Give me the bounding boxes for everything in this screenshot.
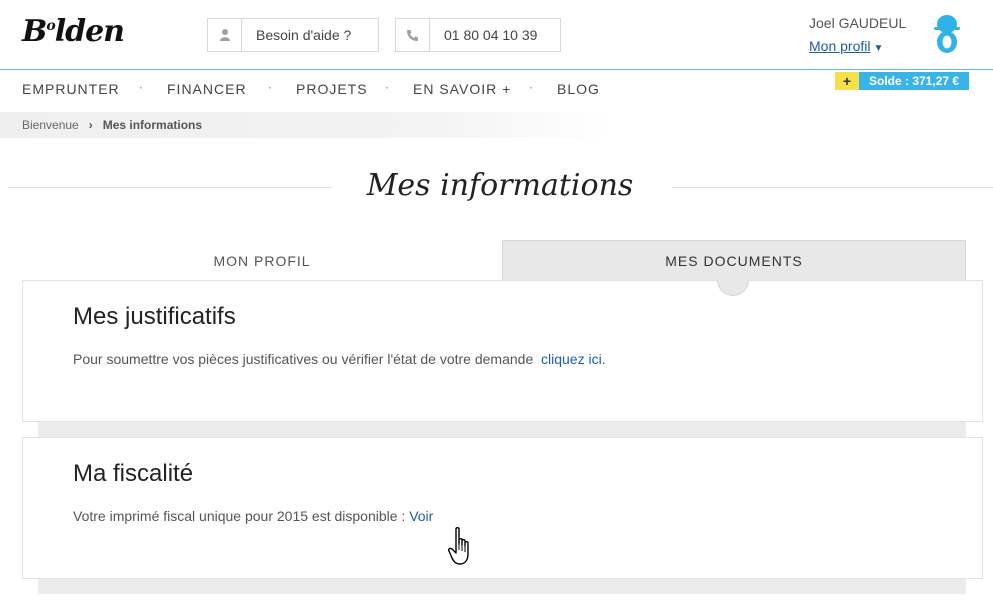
user-icon	[208, 19, 242, 51]
justificatifs-text: Pour soumettre vos pièces justificatives…	[73, 351, 606, 367]
breadcrumb-separator: ›	[88, 118, 93, 132]
nav-separator: ·	[268, 81, 272, 95]
nav-item-blog[interactable]: BLOG	[557, 81, 600, 97]
phone-number: 01 80 04 10 39	[444, 27, 538, 43]
page-title: Mes informations	[366, 168, 634, 203]
profile-link-label: Mon profil	[809, 38, 871, 54]
logo-superscript: o	[46, 18, 55, 34]
site-header: Bolden Besoin d'aide ? 01 80 04 10 39 Jo…	[0, 0, 993, 70]
nav-separator: ·	[529, 81, 533, 95]
user-name: Joel GAUDEUL	[809, 15, 907, 31]
profile-menu-link[interactable]: Mon profil ▼	[809, 38, 883, 54]
voir-link[interactable]: Voir	[409, 508, 433, 524]
balance-amount: Solde : 371,27 €	[859, 72, 970, 90]
avatar-icon[interactable]	[930, 12, 964, 54]
help-label: Besoin d'aide ?	[256, 27, 352, 43]
balance-badge[interactable]: + Solde : 371,27 €	[835, 72, 970, 90]
nav-item-projets[interactable]: PROJETS	[296, 81, 368, 97]
fiscalite-heading: Ma fiscalité	[73, 460, 194, 487]
tab-mes-documents[interactable]: MES DOCUMENTS	[502, 240, 966, 281]
fiscalite-text: Votre imprimé fiscal unique pour 2015 es…	[73, 508, 433, 524]
nav-separator: ·	[385, 81, 389, 95]
nav-item-emprunter[interactable]: EMPRUNTER	[22, 81, 120, 97]
fiscalite-card: Ma fiscalité Votre imprimé fiscal unique…	[22, 437, 983, 579]
card-shadow	[38, 421, 966, 437]
justificatifs-suffix: .	[601, 351, 606, 367]
breadcrumb-home[interactable]: Bienvenue	[22, 118, 79, 132]
main-nav: EMPRUNTER · FINANCER · PROJETS · EN SAVO…	[0, 70, 993, 108]
add-funds-button[interactable]: +	[835, 72, 859, 90]
justificatifs-description: Pour soumettre vos pièces justificatives…	[73, 351, 534, 367]
phone-button[interactable]: 01 80 04 10 39	[395, 18, 561, 52]
nav-item-en-savoir[interactable]: EN SAVOIR +	[413, 81, 511, 97]
bolden-logo[interactable]: Bolden	[22, 14, 125, 49]
fiscalite-description: Votre imprimé fiscal unique pour 2015 es…	[73, 508, 406, 524]
justificatifs-heading: Mes justificatifs	[73, 303, 236, 330]
breadcrumb-current: Mes informations	[102, 118, 203, 132]
caret-down-icon: ▼	[873, 43, 884, 54]
nav-separator: ·	[139, 81, 143, 95]
tab-mon-profil[interactable]: MON PROFIL	[22, 240, 502, 281]
help-button[interactable]: Besoin d'aide ?	[207, 18, 379, 52]
phone-icon	[396, 19, 430, 51]
cliquez-ici-link[interactable]: cliquez ici	[541, 351, 602, 367]
justificatifs-card: Mes justificatifs Pour soumettre vos piè…	[22, 280, 983, 422]
nav-item-financer[interactable]: FINANCER	[167, 81, 247, 97]
card-shadow	[38, 578, 966, 594]
hand-cursor-icon	[448, 527, 469, 565]
breadcrumb: Bienvenue › Mes informations	[0, 112, 610, 138]
